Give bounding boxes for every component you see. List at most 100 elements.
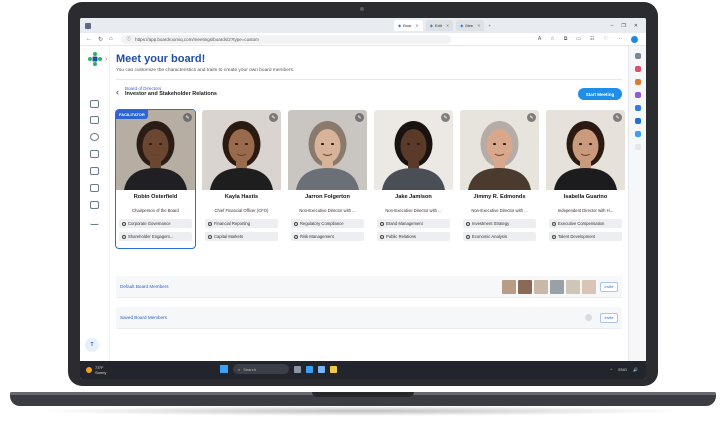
expertise-chip[interactable]: Brand Management [377,219,450,228]
expertise-chip[interactable]: Risk Management [291,232,364,241]
tab-label: Edit [434,23,442,28]
page-title: Meet your board! [116,53,206,65]
tab-favicon-icon: ◆ [398,23,402,28]
member-thumbnail[interactable] [566,280,580,294]
edge-icon[interactable] [306,365,313,373]
member-thumbnail[interactable] [518,280,532,294]
expertise-chip[interactable]: Public Relations [377,232,450,241]
board-member-card[interactable]: ✎ Isabella Guarino Independent Director … [546,110,625,248]
start-meeting-button[interactable]: Start Meeting [578,88,622,100]
outlook-icon[interactable] [634,118,641,124]
expertise-chip[interactable]: Regulatory Compliance [291,219,364,228]
store-icon[interactable] [318,365,325,373]
close-tab-icon[interactable]: ✕ [416,23,419,28]
edit-pencil-icon[interactable]: ✎ [269,113,278,122]
laptop-shadow [30,406,690,416]
favorite-star-icon[interactable]: ☆ [550,36,554,43]
default-board-members-label[interactable]: Default Board Members [120,284,169,289]
tab-favicon-icon: ◆ [429,23,433,28]
profile-avatar[interactable] [631,35,638,43]
games-icon[interactable] [634,92,641,98]
refresh-icon[interactable]: ↻ [98,36,103,43]
member-portrait [202,110,281,190]
expertise-chip[interactable]: Economic Analysis [463,232,536,241]
saved-board-members-label[interactable]: Saved Board Members [120,315,167,320]
plus-circle-icon [122,221,126,226]
back-arrow-icon[interactable]: ← [86,36,92,43]
board-member-card[interactable]: ✎ Robin Osterfield Chairperson of the Bo… [115,109,196,249]
home-nav-icon[interactable] [90,100,99,108]
member-thumbnail[interactable] [550,280,564,294]
back-chevron-icon[interactable]: ‹ [116,87,119,97]
home-icon[interactable]: ⌂ [109,36,113,43]
close-tab-icon[interactable]: ✕ [477,23,480,28]
member-thumbnail[interactable] [582,280,596,294]
edit-pencil-icon[interactable]: ✎ [355,113,364,122]
expertise-chip[interactable]: Shareholder Engagem... [119,232,192,241]
drop-icon[interactable] [634,131,641,137]
expertise-label: Financial Reporting [214,221,251,226]
invite-saved-button[interactable]: Invite [600,313,618,323]
boards-nav-icon[interactable] [90,116,99,124]
extensions-icon[interactable]: ⧉ [564,36,568,43]
collections-icon[interactable]: ☷ [590,36,594,43]
expand-sidebar-icon[interactable]: › [105,56,107,63]
volume-icon[interactable]: 🔊 [633,367,638,372]
language-indicator[interactable]: ENG [618,367,627,372]
expertise-chip[interactable]: Investment Strategy [463,219,536,228]
expertise-chip[interactable]: Corporate Governance [119,219,192,228]
invite-default-button[interactable]: Invite [600,282,618,292]
main-content: Meet your board! You can customize the c… [114,46,626,361]
tools-icon[interactable] [634,79,641,85]
member-portrait [288,110,367,190]
analytics-nav-icon[interactable] [90,217,99,225]
edit-pencil-icon[interactable]: ✎ [527,113,536,122]
calendar-nav-icon[interactable] [90,150,99,158]
search-icon[interactable] [634,53,641,59]
reports-nav-icon[interactable] [90,201,99,209]
edit-pencil-icon[interactable]: ✎ [441,113,450,122]
weather-widget[interactable]: 73°F Sunny [80,365,106,375]
maximize-button[interactable]: ❐ [621,23,625,29]
split-screen-icon[interactable]: ▭ [576,36,581,43]
divider [116,79,622,80]
expertise-chip[interactable]: Talent Development [549,232,622,241]
member-thumbnail[interactable] [534,280,548,294]
browser-menu-icon[interactable] [85,22,91,29]
expertise-chip[interactable]: Executive Compensation [549,219,622,228]
board-member-card[interactable]: ✎ Kayla Hastis Chief Financial Officer (… [202,110,281,248]
windows-start-icon[interactable] [220,365,228,373]
member-thumbnail[interactable] [502,280,516,294]
new-tab-button[interactable]: + [488,23,490,28]
close-tab-icon[interactable]: ✕ [446,23,449,28]
insights-nav-icon[interactable] [90,133,99,141]
board-member-card[interactable]: ✎ Jimmy R. Edmonds Non-Executive Directo… [460,110,539,248]
read-aloud-icon[interactable]: A [538,36,541,43]
user-avatar[interactable]: T [85,338,99,352]
expertise-label: Brand Management [386,221,423,226]
file-explorer-icon[interactable] [330,365,337,373]
board-member-card[interactable]: ✎ Jake Jamison Non-Executive Director wi… [374,110,453,248]
board-member-card[interactable]: ✎ Jarron Folgerton Non-Executive Directo… [288,110,367,248]
add-panel-icon[interactable] [634,144,641,150]
tab-favicon-icon: ◆ [460,23,464,28]
close-window-button[interactable]: ✕ [634,23,638,29]
taskbar-search[interactable]: ⌕ Search [233,364,289,374]
expertise-chip[interactable]: Capital Markets [205,232,278,241]
grid-nav-icon[interactable] [90,167,99,175]
show-hidden-icons[interactable]: ^ [610,367,612,372]
browser-essentials-icon[interactable]: ♡ [604,36,608,43]
minimize-button[interactable]: – [611,23,614,29]
expertise-chip[interactable]: Financial Reporting [205,219,278,228]
tab-edit[interactable]: ◆ Edit ✕ [425,20,454,31]
documents-nav-icon[interactable] [90,184,99,192]
edit-pencil-icon[interactable]: ✎ [183,113,192,122]
url-field[interactable]: ⓘ https://app.boardroomiq.com/meetings/b… [120,34,451,44]
shopping-icon[interactable] [634,66,641,72]
tab-meetings[interactable]: ◆ Mee ✕ [456,20,485,31]
edit-pencil-icon[interactable]: ✎ [613,113,622,122]
tab-board[interactable]: ◆ Boar ✕ [394,20,423,31]
task-view-icon[interactable] [294,365,301,373]
more-options-icon[interactable]: ⋯ [617,36,622,43]
copilot-icon[interactable] [634,105,641,111]
